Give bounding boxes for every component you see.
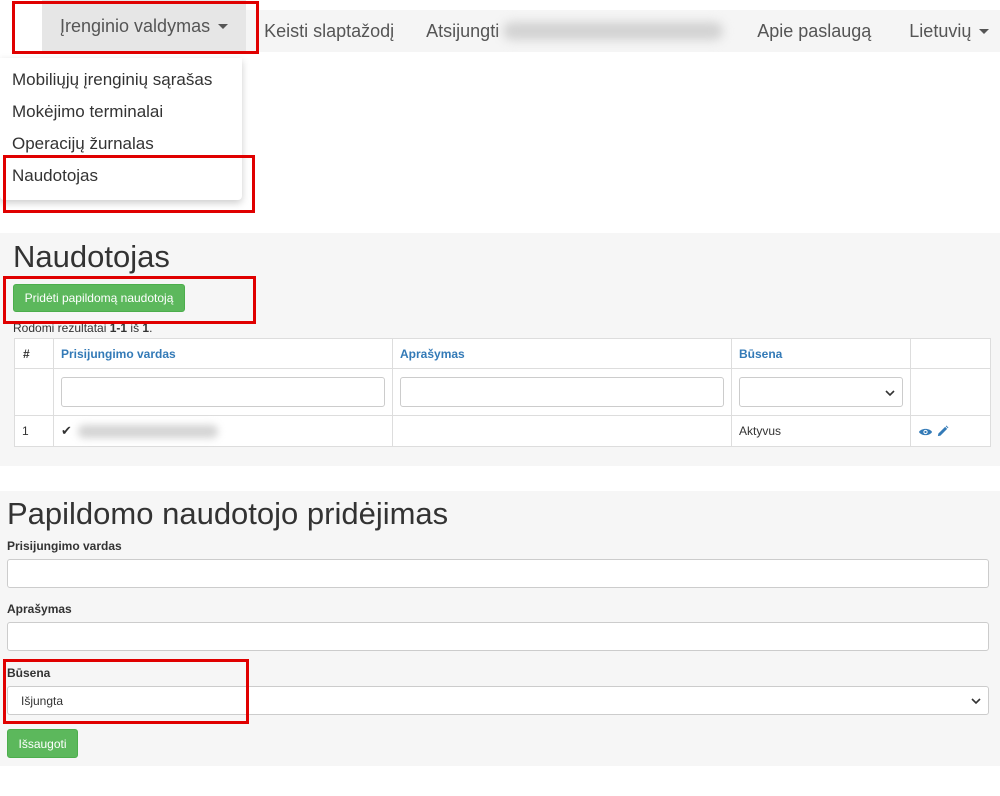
filter-cell-login [53, 368, 393, 416]
row-login: ✔ [53, 415, 393, 447]
users-page-title: Naudotojas [13, 239, 170, 274]
users-table: # Prisijungimo vardas Aprašymas Būsena 1… [14, 338, 991, 447]
caret-down-icon [218, 23, 229, 29]
filter-cell-empty [14, 368, 54, 416]
status-label: Būsena [7, 666, 51, 680]
login-filter-input[interactable] [61, 377, 385, 407]
row-description [392, 415, 732, 447]
login-label: Prisijungimo vardas [7, 539, 122, 553]
logout-link[interactable]: Atsijungti [410, 10, 740, 52]
add-user-title: Papildomo naudotojo pridėjimas [7, 496, 449, 531]
filter-cell-actions [910, 368, 991, 416]
menu-item-user[interactable]: Naudotojas [0, 160, 242, 192]
row-actions [910, 415, 991, 447]
summary-range: 1-1 [109, 321, 128, 335]
about-service-link[interactable]: Apie paslaugą [739, 10, 890, 52]
description-label: Aprašymas [7, 602, 72, 616]
column-header-status[interactable]: Būsena [731, 338, 911, 369]
navbar-spacer [0, 0, 42, 52]
column-header-number: # [14, 338, 54, 369]
login-input[interactable] [7, 559, 989, 588]
table-filter-row [14, 368, 991, 416]
row-number: 1 [14, 415, 54, 447]
add-user-button[interactable]: Pridėti papildomą naudotoją [13, 284, 185, 312]
logout-label: Atsijungti [426, 20, 500, 41]
language-menu[interactable]: Lietuvių [889, 10, 1000, 52]
redacted-username [503, 22, 724, 40]
description-filter-input[interactable] [400, 377, 724, 407]
table-row: 1 ✔ Aktyvus [14, 415, 991, 447]
about-service-label: Apie paslaugą [757, 20, 872, 41]
summary-mid: iš [127, 321, 143, 335]
column-header-description[interactable]: Aprašymas [392, 338, 732, 369]
menu-item-payment-terminals[interactable]: Mokėjimo terminalai [0, 96, 242, 128]
filter-cell-status [731, 368, 911, 416]
change-password-link[interactable]: Keisti slaptažodį [246, 10, 411, 52]
status-select[interactable]: Išjungta [7, 686, 989, 715]
summary-end: . [149, 321, 153, 335]
filter-cell-description [392, 368, 732, 416]
menu-item-operations-log[interactable]: Operacijų žurnalas [0, 128, 242, 160]
column-header-actions [910, 338, 991, 369]
column-header-login[interactable]: Prisijungimo vardas [53, 338, 393, 369]
device-management-dropdown: Mobiliųjų įrenginių sąrašas Mokėjimo ter… [0, 58, 242, 200]
results-summary: Rodomi rezultatai 1-1 iš 1. [13, 321, 152, 335]
caret-down-icon [979, 28, 990, 34]
language-label: Lietuvių [909, 20, 972, 41]
chevron-down-icon [971, 698, 981, 705]
navbar-right: Apie paslaugą Lietuvių [739, 0, 1000, 52]
change-password-label: Keisti slaptažodį [264, 20, 395, 41]
menu-item-mobile-devices[interactable]: Mobiliųjų įrenginių sąrašas [0, 64, 242, 96]
chevron-down-icon [885, 390, 895, 397]
redacted-login [77, 425, 218, 439]
pencil-icon[interactable] [936, 425, 949, 438]
summary-prefix: Rodomi rezultatai [13, 321, 110, 335]
top-navbar: Įrenginio valdymas Keisti slaptažodį Ats… [0, 0, 1000, 52]
navbar-left: Įrenginio valdymas Keisti slaptažodį Ats… [0, 0, 740, 52]
save-button[interactable]: Išsaugoti [7, 729, 78, 758]
eye-icon[interactable] [918, 426, 933, 438]
check-icon: ✔ [61, 423, 72, 438]
device-management-menu[interactable]: Įrenginio valdymas [42, 0, 247, 52]
device-management-label: Įrenginio valdymas [60, 15, 211, 36]
description-input[interactable] [7, 622, 989, 651]
row-status: Aktyvus [731, 415, 911, 447]
status-select-value: Išjungta [21, 693, 64, 708]
table-header-row: # Prisijungimo vardas Aprašymas Būsena [14, 338, 991, 369]
status-filter-select[interactable] [739, 377, 903, 407]
